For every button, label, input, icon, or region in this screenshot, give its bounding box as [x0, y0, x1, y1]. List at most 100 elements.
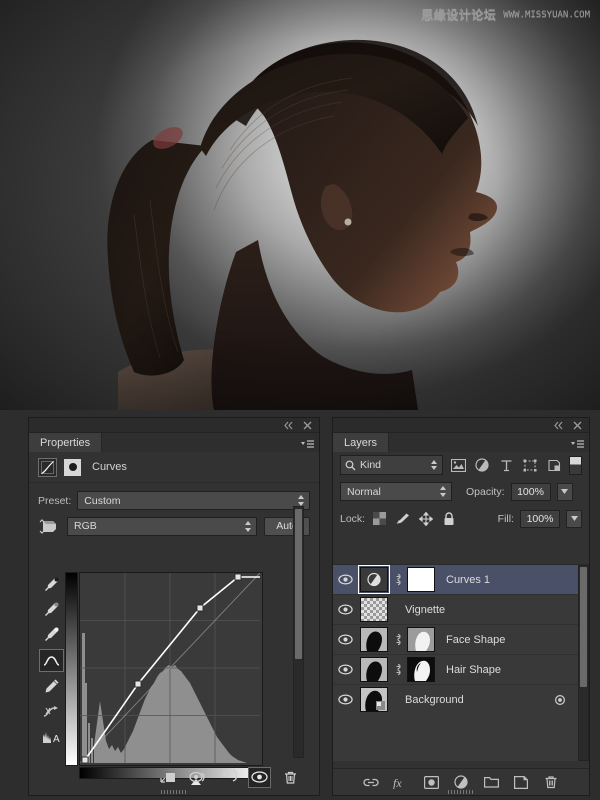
- layer-thumbnail[interactable]: [360, 657, 388, 682]
- layer-mask-thumbnail[interactable]: [407, 657, 435, 682]
- view-previous-state-button[interactable]: [188, 768, 209, 787]
- tab-properties[interactable]: Properties: [29, 433, 103, 453]
- white-point-eyedropper-icon[interactable]: [40, 624, 63, 645]
- new-group-button[interactable]: [483, 774, 500, 791]
- close-icon[interactable]: [572, 420, 583, 431]
- properties-panel-topbar: [29, 418, 319, 433]
- lock-image-pixels-icon[interactable]: [394, 510, 411, 527]
- fill-slider-arrow-icon[interactable]: [566, 509, 582, 528]
- layers-panel-topbar: [333, 418, 589, 433]
- smooth-curve-icon[interactable]: [40, 701, 63, 722]
- layer-mask-thumbnail[interactable]: [64, 458, 81, 476]
- close-icon[interactable]: [302, 420, 313, 431]
- properties-resize-grip[interactable]: [161, 790, 187, 794]
- black-point-eyedropper-icon[interactable]: [40, 574, 63, 595]
- collapse-panel-icon[interactable]: [283, 420, 294, 431]
- layer-list[interactable]: Curves 1 Vignette Face Shape Hair Shape …: [333, 564, 589, 761]
- delete-adjustment-button[interactable]: [280, 768, 301, 787]
- channel-dropdown[interactable]: RGB: [67, 516, 257, 536]
- layer-mask-thumbnail[interactable]: [407, 567, 435, 592]
- panel-menu-icon[interactable]: [301, 437, 314, 448]
- watermark-url: WWW.MISSYUAN.COM: [503, 9, 590, 20]
- adjustment-layer-filter-icon[interactable]: [473, 456, 491, 474]
- collapse-panel-icon[interactable]: [553, 420, 564, 431]
- layer-thumbnail[interactable]: [360, 687, 388, 712]
- layer-visibility-icon[interactable]: [336, 655, 355, 684]
- svg-text:fx: fx: [393, 776, 402, 789]
- adjustment-title: Curves: [92, 461, 127, 473]
- layer-name: Hair Shape: [446, 663, 502, 676]
- table-row[interactable]: Curves 1: [333, 565, 589, 595]
- layer-name: Background: [405, 693, 464, 706]
- document-canvas[interactable]: 思缘设计论坛 WWW.MISSYUAN.COM: [0, 0, 600, 410]
- lock-position-icon[interactable]: [417, 510, 434, 527]
- link-layers-button[interactable]: [363, 774, 380, 791]
- chevron-stepper-icon: [431, 460, 438, 470]
- curves-adjustment-icon[interactable]: [38, 457, 57, 477]
- pencil-tool-icon[interactable]: [40, 676, 63, 697]
- channel-stepper-icon: [244, 520, 252, 536]
- channel-value: RGB: [74, 520, 97, 532]
- delete-layer-button[interactable]: [543, 774, 560, 791]
- histogram: [82, 633, 260, 763]
- layer-name: Curves 1: [446, 573, 491, 586]
- properties-scrollbar[interactable]: [293, 506, 304, 758]
- opacity-slider-arrow-icon[interactable]: [556, 482, 573, 501]
- photo-vignette-overlay: [0, 0, 600, 410]
- shape-layer-filter-icon[interactable]: [521, 456, 539, 474]
- layer-thumbnail[interactable]: [360, 597, 388, 622]
- mask-link-icon[interactable]: [393, 663, 402, 677]
- curves-bottom-toolbar: [29, 765, 319, 789]
- new-layer-button[interactable]: [513, 774, 530, 791]
- mask-link-icon[interactable]: [393, 573, 402, 587]
- layer-list-scrollbar[interactable]: [578, 565, 589, 761]
- layer-visibility-icon[interactable]: [336, 565, 355, 594]
- add-layer-mask-button[interactable]: [423, 774, 440, 791]
- histogram-options-icon[interactable]: A: [40, 726, 63, 747]
- panel-menu-icon[interactable]: [571, 437, 584, 448]
- tab-layers-label: Layers: [344, 437, 378, 449]
- mask-link-icon[interactable]: [393, 633, 402, 647]
- layer-mask-thumbnail[interactable]: [407, 627, 435, 652]
- curve-plot[interactable]: [80, 573, 261, 764]
- smart-object-filter-icon[interactable]: [545, 456, 563, 474]
- reset-adjustment-button[interactable]: [218, 768, 239, 787]
- layer-visibility-icon[interactable]: [336, 595, 355, 624]
- lock-transparent-pixels-icon[interactable]: [371, 510, 388, 527]
- table-row[interactable]: Vignette: [333, 595, 589, 625]
- layer-thumbnail[interactable]: [358, 565, 390, 594]
- filter-enable-toggle[interactable]: [569, 455, 583, 475]
- preset-label: Preset:: [38, 494, 72, 507]
- preset-dropdown[interactable]: Custom: [77, 491, 310, 510]
- layer-style-fx-button[interactable]: fx: [393, 774, 410, 791]
- table-row[interactable]: Hair Shape: [333, 655, 589, 685]
- pixel-layer-filter-icon[interactable]: [449, 456, 467, 474]
- table-row[interactable]: Background: [333, 685, 589, 714]
- lock-all-icon[interactable]: [440, 510, 457, 527]
- opacity-value[interactable]: 100%: [510, 482, 551, 501]
- fill-value[interactable]: 100%: [520, 509, 560, 528]
- curve-point-tool-icon[interactable]: [39, 649, 64, 672]
- layer-visibility-icon[interactable]: [336, 625, 355, 654]
- gray-point-eyedropper-icon[interactable]: [40, 599, 63, 620]
- table-row[interactable]: Face Shape: [333, 625, 589, 655]
- watermark: 思缘设计论坛 WWW.MISSYUAN.COM: [421, 7, 590, 22]
- layers-tabstrip: Layers: [333, 433, 589, 454]
- new-adjustment-layer-button[interactable]: [453, 774, 470, 791]
- adjustment-header: Curves: [29, 452, 319, 483]
- layers-resize-grip[interactable]: [448, 790, 474, 794]
- layer-thumbnail[interactable]: [360, 627, 388, 652]
- layer-name: Face Shape: [446, 633, 506, 646]
- curve-grid[interactable]: [79, 572, 263, 766]
- clip-to-layer-button[interactable]: [158, 768, 179, 787]
- toggle-layer-visibility-button[interactable]: [248, 766, 271, 788]
- on-image-adjust-icon[interactable]: [38, 517, 60, 535]
- blend-mode-dropdown[interactable]: Normal: [340, 482, 452, 501]
- curve-tool-strip: A: [38, 572, 65, 792]
- filter-kind-dropdown[interactable]: Kind: [340, 455, 444, 475]
- type-layer-filter-icon[interactable]: [497, 456, 515, 474]
- tab-properties-label: Properties: [40, 437, 91, 449]
- tab-layers[interactable]: Layers: [333, 433, 390, 453]
- lock-label: Lock:: [340, 512, 366, 525]
- layer-visibility-icon[interactable]: [336, 685, 355, 714]
